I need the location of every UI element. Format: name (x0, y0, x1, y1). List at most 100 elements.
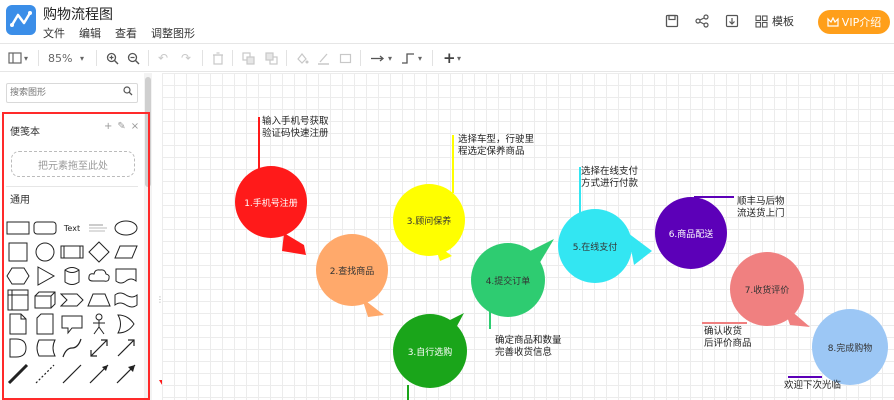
note-complete[interactable]: 欢迎下次光临 (784, 380, 841, 392)
insert-dropdown-icon[interactable]: ▾ (457, 50, 461, 66)
shape-diamond[interactable] (87, 240, 111, 264)
document-title[interactable]: 购物流程图 (43, 4, 113, 24)
connector-elbow-icon[interactable] (401, 50, 415, 66)
shape-text[interactable]: Text (60, 216, 84, 240)
step-circle-5[interactable]: 5.在线支付 (558, 209, 632, 283)
shape-note[interactable] (6, 312, 30, 336)
shape-search-input[interactable] (10, 86, 120, 100)
menu-view[interactable]: 查看 (115, 25, 137, 41)
app-header: 购物流程图 文件 编辑 查看 调整图形 模板 VIP介绍 (0, 0, 894, 44)
zoom-dropdown-icon[interactable]: ▾ (80, 50, 84, 66)
vip-button[interactable]: VIP介绍 (818, 10, 890, 34)
note-register[interactable]: 输入手机号获取 验证码快速注册 (262, 116, 329, 140)
note-delivery[interactable]: 顺丰马后物 流送货上门 (737, 196, 785, 220)
bring-front-icon[interactable] (242, 50, 255, 66)
shape-curve[interactable] (60, 336, 84, 360)
chevron-down-icon[interactable]: ▾ (24, 50, 28, 66)
note-maintenance[interactable]: 选择车型，行驶里 程选定保养商品 (458, 134, 534, 158)
shape-tape[interactable] (114, 288, 138, 312)
shape-parallelogram[interactable] (114, 240, 138, 264)
shape-card[interactable] (33, 312, 57, 336)
step-circle-7[interactable]: 7.收货评价 (730, 252, 804, 326)
save-icon[interactable] (664, 13, 680, 29)
shape-internal-storage[interactable] (6, 288, 30, 312)
shape-cylinder[interactable] (60, 264, 84, 288)
shape-cloud[interactable] (87, 264, 111, 288)
share-icon[interactable] (694, 13, 710, 29)
shape-document[interactable] (114, 264, 138, 288)
step-circle-1[interactable]: 1.手机号注册 (235, 166, 307, 238)
zoom-level[interactable]: 85% (48, 50, 72, 66)
close-icon[interactable]: × (131, 121, 139, 132)
layout-panel-icon[interactable] (8, 50, 22, 66)
menu-adjust-shape[interactable]: 调整图形 (151, 25, 195, 41)
shape-delay[interactable] (6, 336, 30, 360)
favorites-title[interactable]: 便笺本 (10, 123, 40, 138)
fill-color-icon[interactable] (296, 50, 309, 66)
shape-line[interactable] (60, 362, 84, 386)
menu-edit[interactable]: 编辑 (79, 25, 101, 41)
shape-textbox[interactable] (87, 216, 111, 240)
shape-or[interactable] (114, 312, 138, 336)
shape-rounded-rectangle[interactable] (33, 216, 57, 240)
step-circle-3a[interactable]: 3.顾问保养 (393, 184, 465, 256)
shape-cube[interactable] (33, 288, 57, 312)
shape-data-storage[interactable] (33, 336, 57, 360)
shape-triangle[interactable] (33, 264, 57, 288)
diagram-canvas[interactable]: 1.手机号注册 2.查找商品 3.顾问保养 3.自行选购 4.提交订单 5.在线… (162, 73, 894, 400)
template-button[interactable]: 模板 (755, 13, 794, 29)
shape-rectangle[interactable] (6, 216, 30, 240)
shape-line-arrow-filled[interactable] (114, 362, 138, 386)
menu-file[interactable]: 文件 (43, 25, 65, 41)
shape-circle[interactable] (33, 240, 57, 264)
note-payment[interactable]: 选择在线支付 方式进行付款 (581, 166, 638, 190)
main-menu: 文件 编辑 查看 调整图形 (43, 25, 195, 41)
step-circle-4[interactable]: 4.提交订单 (471, 243, 545, 317)
shape-step[interactable] (60, 288, 84, 312)
shadow-icon[interactable] (339, 50, 352, 66)
app-logo[interactable] (6, 5, 36, 35)
shape-actor[interactable] (87, 312, 111, 336)
edit-icon[interactable]: ✎ (117, 121, 125, 132)
shape-process[interactable] (60, 240, 84, 264)
step-circle-8[interactable]: 8.完成购物 (812, 309, 888, 385)
section-divider (6, 186, 138, 187)
shape-arrow[interactable] (114, 336, 138, 360)
redo-icon[interactable]: ↷ (181, 50, 191, 66)
waypoint-dropdown-icon[interactable]: ▾ (418, 50, 422, 66)
step-circle-6[interactable]: 6.商品配送 (655, 197, 727, 269)
connector-dropdown-icon[interactable]: ▾ (388, 50, 392, 66)
step-circle-2[interactable]: 2.查找商品 (316, 234, 388, 306)
shape-bidirectional-arrow[interactable] (87, 336, 111, 360)
note-line: 选择在线支付 (581, 166, 639, 177)
send-back-icon[interactable] (265, 50, 278, 66)
download-icon[interactable] (724, 13, 740, 29)
shape-callout[interactable] (60, 312, 84, 336)
general-section-title[interactable]: 通用 (10, 191, 30, 206)
insert-plus-icon[interactable]: + (443, 49, 456, 67)
favorites-dropzone[interactable]: 把元素拖至此处 (11, 151, 135, 177)
line-color-icon[interactable] (317, 50, 330, 66)
shape-square[interactable] (6, 240, 30, 264)
add-icon[interactable]: + (104, 121, 112, 132)
zoom-in-icon[interactable] (106, 50, 119, 66)
shape-trapezoid[interactable] (87, 288, 111, 312)
zoom-out-icon[interactable] (127, 50, 140, 66)
delete-icon[interactable] (212, 50, 224, 66)
step-circle-3b[interactable]: 3.自行选购 (393, 314, 467, 388)
shape-hexagon[interactable] (6, 264, 30, 288)
note-line: 确认收货 (704, 326, 743, 337)
note-review[interactable]: 确认收货 后评价商品 (704, 326, 752, 350)
note-line: 选择车型，行驶里 (458, 134, 535, 145)
connector-straight-icon[interactable] (370, 50, 386, 66)
search-icon[interactable] (123, 86, 133, 99)
note-line: 后评价商品 (704, 338, 752, 349)
undo-icon[interactable]: ↶ (158, 50, 168, 66)
note-order[interactable]: 确定商品和数量 完善收货信息 (495, 335, 562, 359)
shape-line-arrow[interactable] (87, 362, 111, 386)
step-label-1: 1.手机号注册 (244, 198, 298, 209)
shape-thick-line[interactable] (6, 362, 30, 386)
shape-search-box[interactable] (6, 83, 138, 103)
shape-ellipse[interactable] (114, 216, 138, 240)
shape-dashed-line[interactable] (33, 362, 57, 386)
